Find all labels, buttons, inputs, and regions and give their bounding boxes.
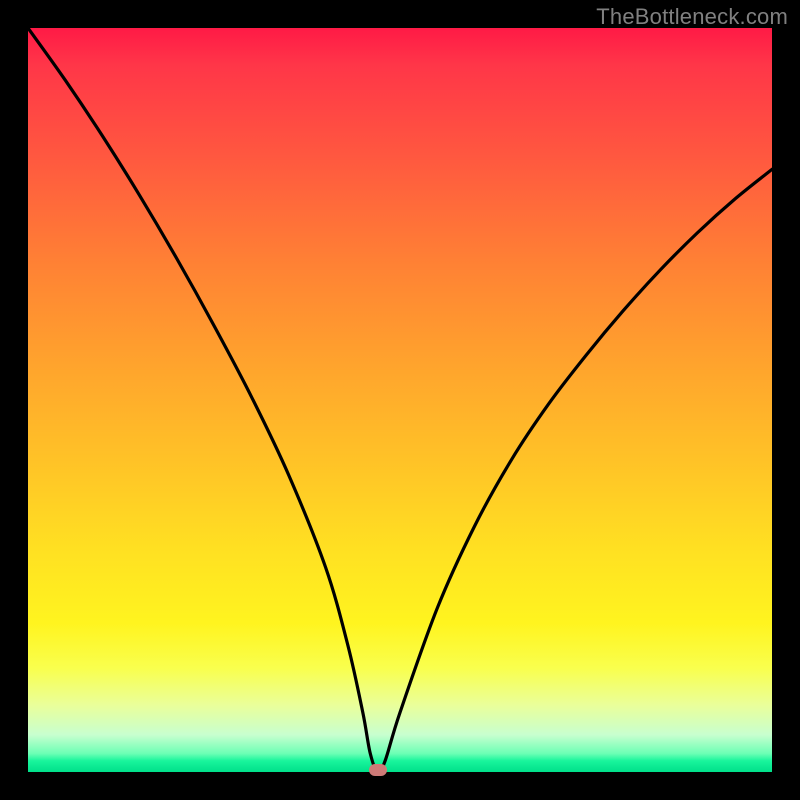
chart-frame: TheBottleneck.com xyxy=(0,0,800,800)
curve-path xyxy=(28,28,772,772)
minimum-dot xyxy=(369,764,387,776)
bottleneck-curve xyxy=(28,28,772,772)
watermark-text: TheBottleneck.com xyxy=(596,4,788,30)
plot-area xyxy=(28,28,772,772)
